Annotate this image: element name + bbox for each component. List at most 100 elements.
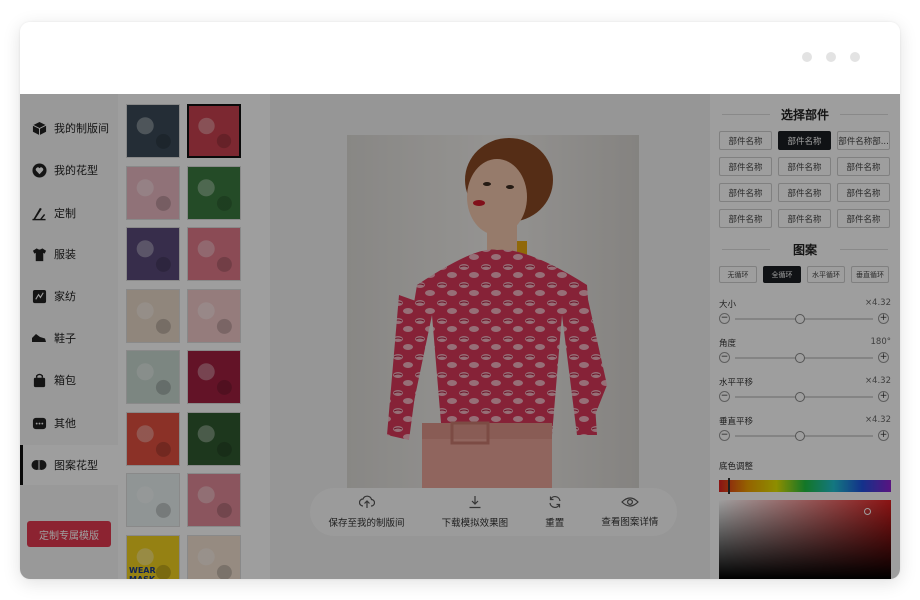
color-picker-area[interactable] — [719, 500, 891, 579]
decrease-button[interactable]: − — [719, 352, 730, 363]
part-option[interactable]: 部件名称 — [837, 209, 890, 228]
pattern-thumbnail[interactable] — [126, 411, 180, 466]
window-dot[interactable] — [850, 52, 860, 62]
nav-item-custom[interactable]: 定制 — [20, 193, 118, 233]
part-option[interactable]: 部件名称 — [719, 131, 772, 150]
repeat-mode-option[interactable]: 垂直循环 — [851, 266, 889, 283]
slider-thumb[interactable] — [794, 314, 805, 324]
nav-item-my-studio[interactable]: 我的制版间 — [20, 108, 118, 148]
pattern-thumbnail[interactable] — [126, 227, 180, 281]
hue-slider-thumb[interactable] — [728, 478, 730, 494]
nav-item-my-patterns[interactable]: 我的花型 — [20, 150, 118, 190]
pattern-thumbnail[interactable] — [126, 104, 180, 158]
slider-thumb[interactable] — [794, 431, 805, 441]
part-option[interactable]: 部件名称 — [719, 183, 772, 202]
nav-item-other[interactable]: 其他 — [20, 403, 118, 443]
save-to-studio-button[interactable]: 保存至我的制版间 — [329, 495, 405, 529]
pattern-thumbnail[interactable] — [187, 227, 241, 281]
window-dot[interactable] — [826, 52, 836, 62]
bag-icon — [31, 372, 47, 388]
part-option[interactable]: 部件名称 — [719, 157, 772, 176]
nav-label: 图案花型 — [54, 459, 98, 472]
slider-label: 水平平移 — [719, 378, 754, 388]
part-option[interactable]: 部件名称 — [778, 183, 831, 202]
slider-thumb[interactable] — [794, 392, 805, 402]
cube-icon — [31, 120, 47, 136]
shoe-icon — [31, 330, 47, 346]
decrease-button[interactable]: − — [719, 391, 730, 402]
nav-label: 家纺 — [54, 290, 76, 303]
slider-track[interactable] — [735, 314, 873, 324]
increase-button[interactable]: + — [878, 430, 889, 441]
adjust-slider[interactable]: − + — [719, 313, 889, 325]
increase-button[interactable]: + — [878, 313, 889, 324]
slider-thumb[interactable] — [794, 353, 805, 363]
decrease-button[interactable]: − — [719, 430, 730, 441]
part-option[interactable]: 部件名称 — [837, 157, 890, 176]
heart-icon — [31, 162, 47, 178]
part-option[interactable]: 部件名称 — [778, 209, 831, 228]
pattern-thumbnail[interactable] — [187, 411, 241, 466]
nav-item-home-textile[interactable]: 家纺 — [20, 276, 118, 316]
increase-button[interactable]: + — [878, 352, 889, 363]
nav-item-shoes[interactable]: 鞋子 — [20, 318, 118, 358]
title-bar — [20, 22, 900, 94]
pattern-thumbnail[interactable] — [187, 165, 241, 220]
pattern-thumbnail[interactable] — [187, 534, 241, 579]
pattern-thumbnail[interactable] — [126, 350, 180, 404]
model-preview-image — [347, 135, 639, 488]
download-preview-button[interactable]: 下载模拟效果图 — [441, 495, 509, 529]
part-option[interactable]: 部件名称 — [778, 157, 831, 176]
tshirt-icon — [31, 246, 47, 262]
base-color-label: 底色调整 — [719, 462, 754, 472]
adjust-slider[interactable]: − + — [719, 430, 889, 442]
pattern-thumbnail[interactable] — [126, 473, 180, 527]
pattern-thumbnail[interactable] — [187, 473, 241, 527]
window-dot[interactable] — [802, 52, 812, 62]
more-icon — [31, 415, 47, 431]
nav-label: 我的花型 — [54, 164, 98, 177]
part-option[interactable]: 部件名称 — [719, 209, 772, 228]
app-body: 我的制版间 我的花型 定制 服装 家纺 鞋子 箱包 其他 图案花型 定制专属模版… — [20, 94, 900, 579]
decrease-button[interactable]: − — [719, 313, 730, 324]
custom-template-button[interactable]: 定制专属模版 — [27, 521, 111, 547]
nav-item-patterns[interactable]: 图案花型 — [20, 445, 118, 485]
nav-label: 鞋子 — [54, 332, 76, 345]
reset-label: 重置 — [545, 518, 565, 529]
slider-value: 180° — [870, 337, 891, 347]
pattern-thumbnail[interactable] — [187, 104, 241, 158]
refresh-icon — [548, 495, 562, 512]
category-nav: 我的制版间 我的花型 定制 服装 家纺 鞋子 箱包 其他 图案花型 定制专属模版 — [20, 94, 118, 579]
pattern-thumbnail[interactable]: WEAR MASK — [126, 534, 180, 579]
slider-track[interactable] — [735, 392, 873, 402]
pattern-thumbnail[interactable] — [187, 350, 241, 404]
pen-ruler-icon — [31, 205, 47, 221]
pattern-thumbnail[interactable] — [187, 288, 241, 343]
adjust-slider[interactable]: − + — [719, 352, 889, 364]
repeat-mode-option[interactable]: 水平循环 — [807, 266, 845, 283]
hue-slider[interactable] — [719, 478, 891, 494]
part-option[interactable]: 部件名称 — [778, 131, 831, 150]
increase-button[interactable]: + — [878, 391, 889, 402]
repeat-mode-option[interactable]: 无循环 — [719, 266, 757, 283]
download-label: 下载模拟效果图 — [441, 518, 509, 529]
repeat-mode-option[interactable]: 全循环 — [763, 266, 801, 283]
save-label: 保存至我的制版间 — [328, 518, 405, 529]
part-option[interactable]: 部件名称 — [837, 183, 890, 202]
pattern-thumbnail-grid: WEAR MASK — [118, 94, 270, 579]
slider-track[interactable] — [735, 431, 873, 441]
pattern-thumbnail[interactable] — [126, 165, 180, 220]
nav-label: 我的制版间 — [54, 122, 109, 135]
nav-item-bags[interactable]: 箱包 — [20, 360, 118, 400]
pattern-thumbnail[interactable] — [126, 288, 180, 343]
pattern-details-button[interactable]: 查看图案详情 — [601, 496, 658, 528]
adjust-slider[interactable]: − + — [719, 391, 889, 403]
color-picker-thumb[interactable] — [864, 508, 871, 515]
nav-item-clothing[interactable]: 服装 — [20, 234, 118, 274]
cloud-upload-icon — [358, 495, 375, 512]
part-option[interactable]: 部件名称部... — [837, 131, 890, 150]
preview-toolbar: 保存至我的制版间 下载模拟效果图 重置 查看图案详情 — [310, 488, 677, 536]
nav-label: 服装 — [54, 248, 76, 261]
reset-button[interactable]: 重置 — [545, 495, 564, 529]
slider-track[interactable] — [735, 353, 873, 363]
